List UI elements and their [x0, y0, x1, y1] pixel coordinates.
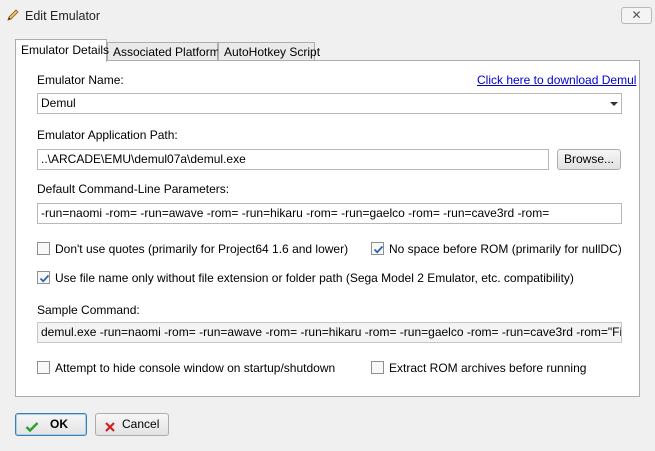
emulator-name-value: Demul: [41, 96, 76, 110]
no-quotes-label: Don't use quotes (primarily for Project6…: [55, 242, 349, 256]
pencil-icon: [6, 8, 20, 22]
download-link[interactable]: Click here to download Demul: [477, 73, 636, 87]
extract-rom-label: Extract ROM archives before running: [389, 361, 587, 375]
tab-label: Emulator Details: [21, 43, 110, 57]
browse-button[interactable]: Browse...: [557, 149, 621, 170]
sample-command-value: demul.exe -run=naomi -rom= -run=awave -r…: [41, 325, 622, 339]
checkmark-icon: [373, 245, 384, 254]
cancel-button-label: Cancel: [122, 417, 160, 431]
command-line-params-value: -run=naomi -rom= -run=awave -rom= -run=h…: [41, 206, 550, 220]
tab-label: Associated Platforms: [113, 45, 226, 59]
tab-label: AutoHotkey Script: [224, 45, 321, 59]
no-quotes-checkbox[interactable]: [37, 242, 50, 255]
application-path-input[interactable]: ..\ARCADE\EMU\demul07a\demul.exe: [37, 149, 549, 170]
title-bar: Edit Emulator ✕: [0, 0, 655, 32]
chevron-down-icon[interactable]: [610, 102, 618, 106]
window-title: Edit Emulator: [25, 9, 101, 23]
sample-command-label: Sample Command:: [37, 303, 140, 317]
sample-command-field: demul.exe -run=naomi -rom= -run=awave -r…: [37, 322, 622, 343]
ok-button[interactable]: OK: [15, 413, 87, 436]
ok-button-label: OK: [50, 417, 68, 431]
checkmark-icon: [25, 419, 39, 440]
command-line-params-label: Default Command-Line Parameters:: [37, 182, 230, 196]
browse-button-label: Browse...: [563, 152, 614, 166]
cross-icon: [104, 419, 116, 440]
filename-only-checkbox[interactable]: [37, 271, 50, 284]
emulator-name-label: Emulator Name:: [37, 73, 124, 87]
no-space-checkbox[interactable]: [371, 242, 384, 255]
tab-emulator-details[interactable]: Emulator Details: [15, 39, 110, 62]
close-button[interactable]: ✕: [621, 7, 652, 24]
application-path-value: ..\ARCADE\EMU\demul07a\demul.exe: [41, 152, 246, 166]
close-icon: ✕: [631, 8, 642, 22]
extract-rom-checkbox[interactable]: [371, 361, 384, 374]
cancel-button[interactable]: Cancel: [95, 413, 169, 436]
emulator-name-combobox[interactable]: Demul: [37, 93, 622, 114]
hide-console-label: Attempt to hide console window on startu…: [55, 361, 336, 375]
filename-only-label: Use file name only without file extensio…: [55, 271, 574, 285]
application-path-label: Emulator Application Path:: [37, 128, 178, 142]
tab-autohotkey-script[interactable]: AutoHotkey Script: [218, 42, 320, 61]
no-space-label: No space before ROM (primarily for nullD…: [389, 242, 622, 256]
command-line-params-input[interactable]: -run=naomi -rom= -run=awave -rom= -run=h…: [37, 203, 622, 224]
hide-console-checkbox[interactable]: [37, 361, 50, 374]
checkmark-icon: [39, 274, 50, 283]
tab-associated-platforms[interactable]: Associated Platforms: [107, 42, 226, 61]
